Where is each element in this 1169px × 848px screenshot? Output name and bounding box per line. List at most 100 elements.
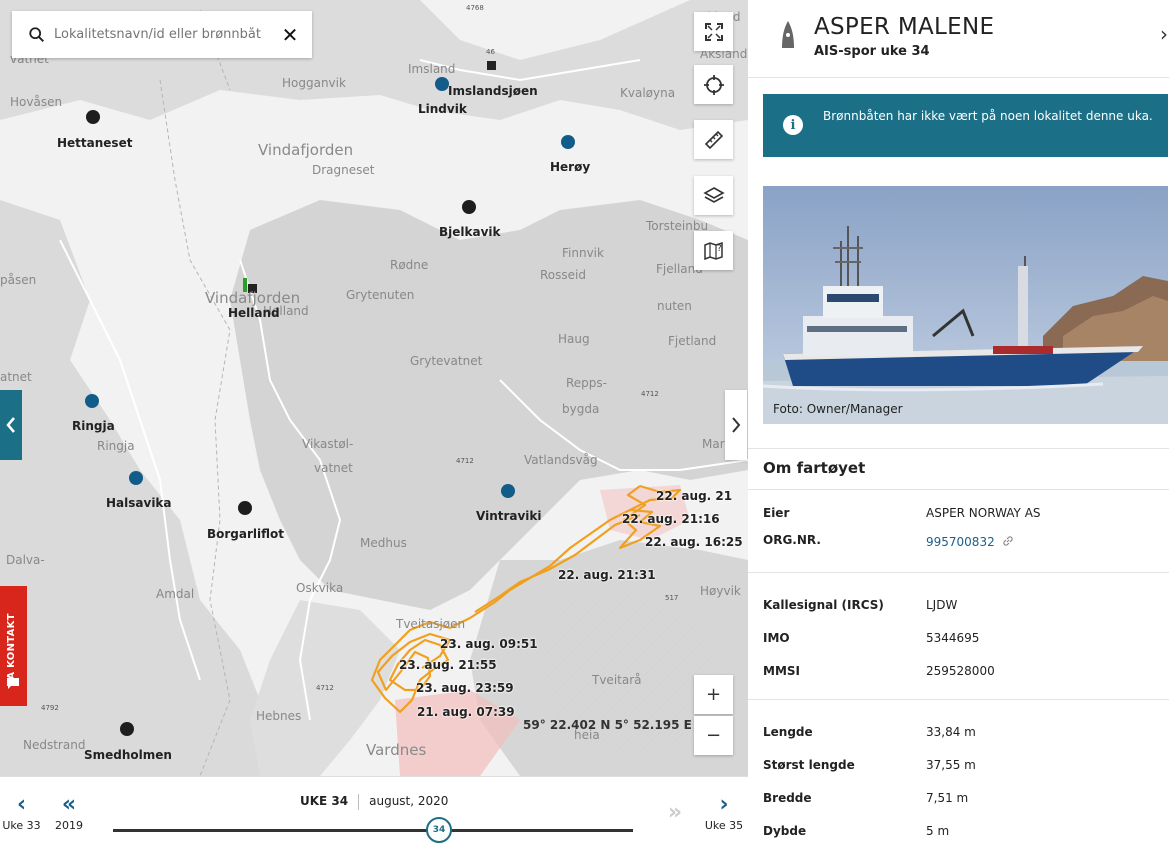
search-box[interactable]: ✕ [12,11,312,58]
left-panel-toggle[interactable] [0,390,22,460]
track-timestamp: 22. aug. 21 [656,489,733,503]
locality-marker[interactable] [238,501,252,515]
divider [748,572,1169,573]
search-icon [29,26,45,42]
mmsi-value: 259528000 [926,664,995,678]
ircs-key: Kallesignal (IRCS) [763,598,884,612]
locality-label[interactable]: Halsavika [106,496,172,510]
divider [748,489,1169,490]
prev-week-button[interactable]: ‹ Uke 33 [0,777,43,848]
next-week-label: Uke 35 [704,818,744,832]
info-icon: i [783,115,803,135]
chevron-right-icon: › [719,791,729,817]
locate-button[interactable] [694,65,733,104]
width-key: Bredde [763,791,812,805]
locality-marker[interactable] [85,394,99,408]
locality-label[interactable]: Helland [228,306,280,320]
locality-marker[interactable] [129,471,143,485]
orgnr-link[interactable]: 995700832 [926,535,1014,549]
locality-label[interactable]: Vintraviki [476,509,542,523]
next-week-button[interactable]: › Uke 35 [700,777,748,848]
layers-button[interactable] [694,176,733,215]
zoom-in-button[interactable]: + [694,675,733,714]
zoom-out-button[interactable]: − [694,716,733,755]
imo-value: 5344695 [926,631,980,645]
place-name: Ringja [97,439,135,453]
place-name: nuten [657,299,692,313]
measure-button[interactable] [694,120,733,159]
place-name: vatnet [314,461,353,475]
svg-text:4768: 4768 [466,4,484,12]
owner-key: Eier [763,506,790,520]
place-name: Imsland [408,62,456,76]
svg-text:4712: 4712 [456,457,474,465]
map-view[interactable]: 4768 46 4712 4712 4712 517 4792 Hogganvi… [0,0,748,776]
right-panel-toggle[interactable] [725,390,747,460]
owner-value: ASPER NORWAY AS [926,506,1041,520]
place-name: påsen [0,273,37,287]
vessel-photo-image [763,186,1168,424]
locality-marker[interactable] [120,722,134,736]
place-name: Tveitasjøen [396,617,466,631]
fullscreen-button[interactable] [694,12,733,51]
fullscreen-icon [704,22,723,41]
cursor-coordinates: 59° 22.402 N 5° 52.195 E [523,718,692,732]
svg-text:4712: 4712 [641,390,659,398]
place-name: Haug [558,332,590,346]
search-input[interactable] [54,27,280,42]
locality-label[interactable]: Herøy [550,160,590,174]
track-timestamp: 23. aug. 09:51 [440,637,538,651]
boat-icon [782,21,794,48]
locality-marker[interactable] [462,200,476,214]
map-help-button[interactable]: ? [694,231,733,270]
place-name: Hebnes [256,709,302,723]
prev-year-button[interactable]: « 2019 [45,777,93,848]
svg-text:46: 46 [486,48,495,56]
place-name: Hogganvik [282,76,346,90]
info-banner: i Brønnbåten har ikke vært på noen lokal… [763,94,1168,157]
chevron-right-icon[interactable]: › [1160,22,1168,46]
place-name: Kvaløyna [620,86,676,100]
place-name: Nedstrand [23,738,86,752]
vessel-photo: Foto: Owner/Manager [763,186,1168,424]
svg-text:?: ? [717,244,722,254]
place-name: Dragneset [312,163,375,177]
track-timestamp: 21. aug. 07:39 [417,705,515,719]
panel-header: ASPER MALENE AIS-spor uke 34 › [748,0,1169,78]
close-icon[interactable]: ✕ [280,23,300,47]
contact-button[interactable]: TA KONTAKT [0,586,27,706]
place-name: Finnvik [562,246,604,260]
timeline-track[interactable] [113,829,633,832]
locality-label[interactable]: Hettaneset [57,136,132,150]
place-name: Vatlandsvåg [524,453,598,467]
locality-label[interactable]: Borgarliflot [207,527,284,541]
timeline-handle[interactable]: 34 [426,817,452,843]
place-name: Amdal [156,587,195,601]
divider [358,794,360,810]
locality-marker[interactable] [561,135,575,149]
next-year-button[interactable]: » [652,777,698,848]
place-name: Tveitarå [592,673,642,687]
locality-marker[interactable] [501,484,515,498]
locality-label[interactable]: Lindvik [418,102,467,116]
track-timestamp: 22. aug. 16:25 [645,535,743,549]
timeline-current: UKE 34 august, 2020 [300,794,448,810]
place-name: Oskvika [296,581,344,595]
current-month: august, 2020 [369,794,449,808]
locality-marker[interactable] [86,110,100,124]
locality-marker[interactable] [435,77,449,91]
section-title: Om fartøyet [763,459,866,477]
place-name: Medhus [360,536,407,550]
svg-text:4792: 4792 [41,704,59,712]
locality-label[interactable]: Imslandsjøen [448,84,538,98]
place-name: Dalva- [6,553,45,567]
vessel-subtitle: AIS-spor uke 34 [814,44,930,59]
locality-label[interactable]: Bjelkavik [439,225,501,239]
locality-label[interactable]: Smedholmen [84,748,172,762]
place-name: Hovåsen [10,95,63,109]
measure-icon [704,130,723,149]
ircs-value: LJDW [926,598,958,612]
locality-label[interactable]: Ringja [72,419,115,433]
track-timestamp: 23. aug. 23:59 [416,681,514,695]
place-name: Grytevatnet [410,354,483,368]
